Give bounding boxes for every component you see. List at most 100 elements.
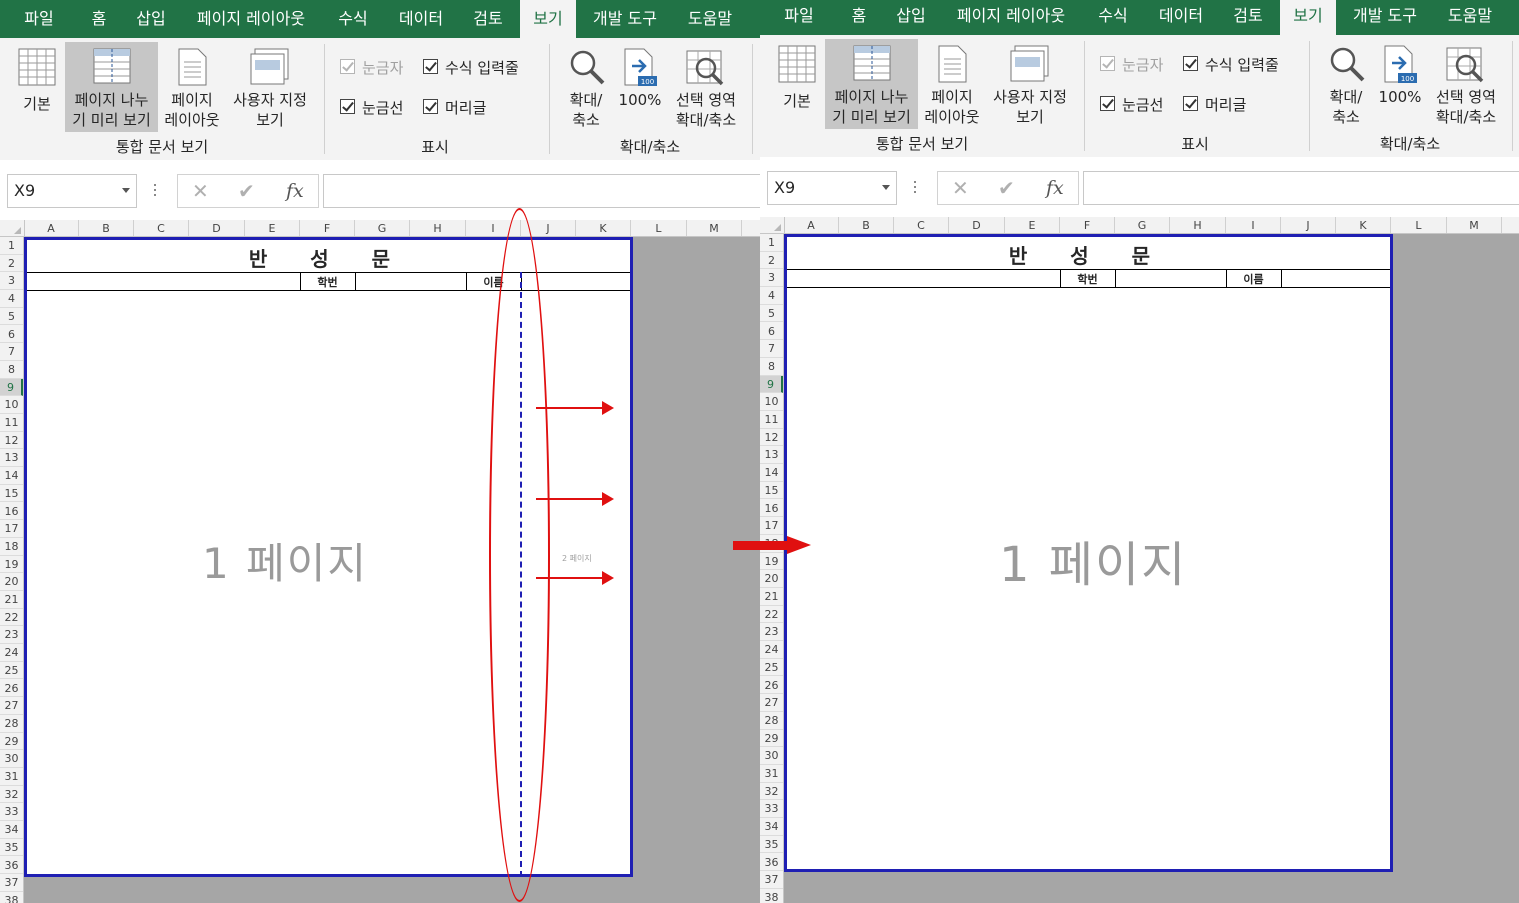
zoom-100-button[interactable]: 100 100% (616, 42, 664, 132)
insert-function-icon[interactable]: fx (286, 175, 304, 207)
row-header[interactable]: 35 (0, 839, 23, 857)
row-header[interactable]: 16 (760, 500, 783, 518)
row-header[interactable]: 29 (0, 733, 23, 751)
cancel-icon[interactable]: ✕ (192, 175, 209, 207)
enter-icon[interactable]: ✔ (998, 172, 1015, 204)
ruler-checkbox[interactable]: 눈금자 (340, 58, 420, 78)
formula-bar-checkbox[interactable]: 수식 입력줄 (1183, 55, 1293, 75)
row-header[interactable]: 11 (0, 414, 23, 432)
row-header[interactable]: 5 (0, 308, 23, 326)
row-header[interactable]: 15 (0, 485, 23, 503)
column-header-m[interactable]: M (687, 220, 742, 236)
row-header[interactable]: 10 (0, 396, 23, 414)
row-header[interactable]: 12 (0, 432, 23, 450)
row-header[interactable]: 22 (0, 609, 23, 627)
insert-function-icon[interactable]: fx (1046, 172, 1064, 204)
column-header-c[interactable]: C (134, 220, 189, 236)
column-header-i[interactable]: I (1226, 217, 1281, 233)
row-header[interactable]: 36 (760, 854, 783, 872)
gridlines-checkbox[interactable]: 눈금선 (1100, 95, 1180, 115)
zoom-100-button[interactable]: 100 100% (1376, 39, 1424, 129)
row-header[interactable]: 13 (0, 449, 23, 468)
column-header-d[interactable]: D (189, 220, 245, 236)
normal-view-button[interactable]: 기본 (10, 42, 64, 132)
row-header[interactable]: 26 (760, 677, 783, 695)
tab-data[interactable]: 데이터 (1150, 0, 1212, 35)
row-header[interactable]: 2 (0, 255, 23, 273)
row-header[interactable]: 24 (760, 641, 783, 659)
column-header-e[interactable]: E (245, 220, 300, 236)
row-header[interactable]: 19 (0, 556, 23, 574)
row-header[interactable]: 34 (760, 818, 783, 836)
page-layout-view-button[interactable]: 페이지 레이아웃 (160, 42, 224, 132)
row-header[interactable]: 32 (760, 783, 783, 801)
row-header[interactable]: 38 (0, 892, 23, 903)
row-header[interactable]: 10 (760, 393, 783, 411)
column-header-e[interactable]: E (1005, 217, 1060, 233)
tab-insert[interactable]: 삽입 (128, 0, 174, 38)
row-header[interactable]: 22 (760, 606, 783, 624)
normal-view-button[interactable]: 기본 (770, 39, 824, 129)
column-header-h[interactable]: H (1170, 217, 1226, 233)
formula-bar-checkbox[interactable]: 수식 입력줄 (423, 58, 533, 78)
row-header[interactable]: 5 (760, 305, 783, 323)
tab-developer[interactable]: 개발 도구 (1344, 0, 1426, 35)
column-header-b[interactable]: B (839, 217, 894, 233)
select-all-button[interactable] (760, 217, 785, 233)
row-header[interactable]: 28 (0, 715, 23, 733)
row-header[interactable]: 21 (760, 588, 783, 606)
row-header[interactable]: 34 (0, 821, 23, 839)
page-layout-view-button[interactable]: 페이지 레이아웃 (920, 39, 984, 129)
row-header[interactable]: 32 (0, 786, 23, 804)
row-header[interactable]: 21 (0, 591, 23, 609)
row-header[interactable]: 25 (0, 662, 23, 680)
row-header[interactable]: 8 (0, 361, 23, 379)
column-header-a[interactable]: A (24, 220, 79, 236)
column-header-k[interactable]: K (1336, 217, 1391, 233)
row-header[interactable]: 11 (760, 411, 783, 429)
row-header[interactable]: 9 (760, 375, 783, 394)
row-header[interactable]: 6 (760, 323, 783, 341)
tab-view[interactable]: 보기 (520, 0, 576, 38)
column-header-c[interactable]: C (894, 217, 949, 233)
row-header[interactable]: 17 (0, 520, 23, 538)
row-header[interactable]: 31 (0, 768, 23, 786)
row-header[interactable]: 1 (0, 237, 23, 255)
row-header[interactable]: 14 (0, 467, 23, 485)
select-all-button[interactable] (0, 220, 25, 236)
zoom-to-selection-button[interactable]: 선택 영역 확대/축소 (1426, 39, 1506, 129)
column-header-f[interactable]: F (1060, 217, 1115, 233)
headings-checkbox[interactable]: 머리글 (1183, 95, 1263, 115)
column-header-g[interactable]: G (1115, 217, 1170, 233)
row-header[interactable]: 3 (0, 272, 23, 291)
row-header[interactable]: 12 (760, 429, 783, 447)
column-header-b[interactable]: B (79, 220, 134, 236)
row-header[interactable]: 1 (760, 234, 783, 252)
row-header[interactable]: 16 (0, 503, 23, 521)
row-header[interactable]: 19 (760, 553, 783, 571)
row-header[interactable]: 23 (760, 623, 783, 642)
row-header[interactable]: 31 (760, 765, 783, 783)
page-break-preview-button[interactable]: 페이지 나누 기 미리 보기 (825, 39, 918, 129)
column-header-h[interactable]: H (410, 220, 466, 236)
chevron-down-icon[interactable] (882, 185, 890, 190)
row-header[interactable]: 24 (0, 644, 23, 662)
tab-help[interactable]: 도움말 (678, 0, 742, 38)
name-box[interactable]: X9 (767, 171, 897, 205)
row-header[interactable]: 13 (760, 446, 783, 465)
page-break-preview-button[interactable]: 페이지 나누 기 미리 보기 (65, 42, 158, 132)
row-header[interactable]: 14 (760, 464, 783, 482)
row-header[interactable]: 6 (0, 326, 23, 344)
formula-input[interactable] (1083, 171, 1519, 205)
row-header[interactable]: 35 (760, 836, 783, 854)
row-header[interactable]: 36 (0, 857, 23, 875)
name-box[interactable]: X9 (7, 174, 137, 208)
drag-handle-icon[interactable] (154, 184, 157, 198)
tab-insert[interactable]: 삽입 (888, 0, 934, 35)
tab-file[interactable]: 파일 (10, 0, 68, 38)
row-header[interactable]: 15 (760, 482, 783, 500)
column-header-f[interactable]: F (300, 220, 355, 236)
tab-page-layout[interactable]: 페이지 레이아웃 (186, 0, 316, 38)
column-header-k[interactable]: K (576, 220, 631, 236)
tab-view[interactable]: 보기 (1280, 0, 1336, 35)
